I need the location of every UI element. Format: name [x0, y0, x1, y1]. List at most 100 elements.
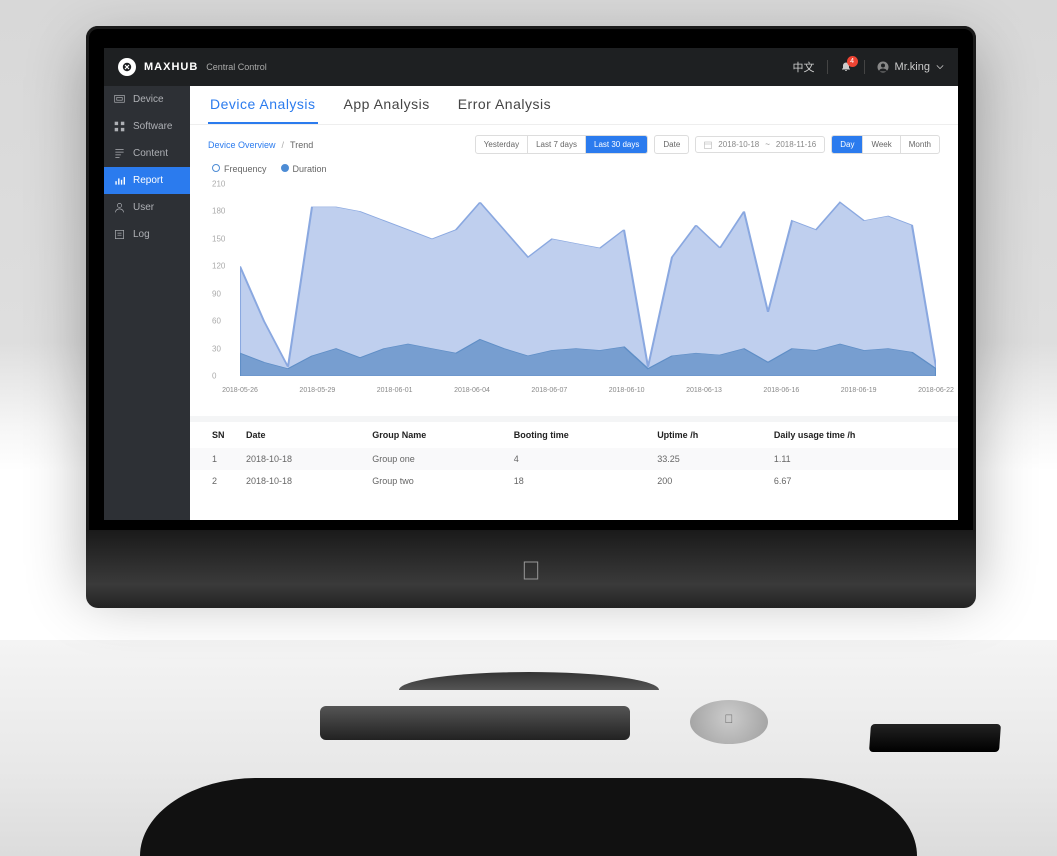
xtick: 2018-06-16 [763, 387, 799, 394]
monitor-bezel: MAXHUB Central Control 中文 4 Mr.king [86, 26, 976, 576]
gran-day[interactable]: Day [832, 136, 863, 153]
xtick: 2018-06-04 [454, 387, 490, 394]
table-header-cell: Uptime /h [647, 422, 764, 448]
table-header-cell: SN [190, 422, 236, 448]
legend-dur-label: Duration [293, 164, 327, 174]
sidebar-item-label: Software [133, 121, 172, 132]
xtick: 2018-06-01 [377, 387, 413, 394]
content-icon [114, 148, 125, 159]
date-label: Date [654, 135, 689, 154]
granularity-segment: Day Week Month [831, 135, 940, 154]
brand-subtitle: Central Control [206, 62, 267, 72]
legend-frequency[interactable]: Frequency [212, 164, 267, 174]
table-header-cell: Daily usage time /h [764, 422, 958, 448]
table-header-cell: Booting time [504, 422, 647, 448]
analysis-tabs: Device Analysis App Analysis Error Analy… [190, 86, 958, 125]
user-icon [114, 202, 125, 213]
phone-prop [869, 724, 1001, 752]
breadcrumb-root[interactable]: Device Overview [208, 140, 276, 150]
table-cell: 200 [647, 470, 764, 492]
date-tilde: ~ [765, 140, 770, 149]
sidebar-item-device[interactable]: Device [104, 86, 190, 113]
chevron-down-icon [936, 63, 944, 71]
xtick: 2018-06-07 [531, 387, 567, 394]
monitor-chin [86, 530, 976, 608]
breadcrumb-sep: / [282, 140, 285, 150]
topbar-divider [827, 60, 828, 74]
device-icon [114, 94, 125, 105]
preset-last7[interactable]: Last 7 days [528, 136, 586, 153]
mouse-prop [690, 700, 768, 744]
ytick: 30 [212, 344, 221, 353]
keyboard-prop [320, 706, 630, 740]
table-cell: 2018-10-18 [236, 470, 362, 492]
tab-error-analysis[interactable]: Error Analysis [456, 96, 553, 124]
table-cell: 2 [190, 470, 236, 492]
sidebar-item-label: Report [133, 175, 163, 186]
sidebar: Device Software Content Report [104, 86, 190, 520]
legend-freq-label: Frequency [224, 164, 267, 174]
sidebar-item-label: Content [133, 148, 168, 159]
date-range-picker[interactable]: 2018-10-18 ~ 2018-11-16 [695, 136, 825, 153]
table-row[interactable]: 22018-10-18Group two182006.67 [190, 470, 958, 492]
user-avatar-icon [877, 61, 889, 73]
chair-silhouette [140, 778, 917, 856]
time-preset-segment: Yesterday Last 7 days Last 30 days [475, 135, 649, 154]
table-cell: 6.67 [764, 470, 958, 492]
chart-legend: Frequency Duration [190, 164, 958, 178]
sidebar-item-report[interactable]: Report [104, 167, 190, 194]
table-header-cell: Date [236, 422, 362, 448]
xtick: 2018-06-19 [841, 387, 877, 394]
ytick: 0 [212, 372, 216, 381]
notification-badge: 4 [847, 56, 858, 67]
notification-bell[interactable]: 4 [840, 60, 852, 75]
table-cell: Group two [362, 470, 504, 492]
xtick: 2018-06-22 [918, 387, 954, 394]
brand-logo-icon [118, 58, 136, 76]
table-cell: 4 [504, 448, 647, 470]
table-cell: 2018-10-18 [236, 448, 362, 470]
table-cell: 1 [190, 448, 236, 470]
sidebar-item-content[interactable]: Content [104, 140, 190, 167]
sidebar-item-label: Log [133, 229, 150, 240]
sidebar-item-software[interactable]: Software [104, 113, 190, 140]
sidebar-item-label: Device [133, 94, 164, 105]
xtick: 2018-06-10 [609, 387, 645, 394]
sidebar-item-label: User [133, 202, 154, 213]
table-row[interactable]: 12018-10-18Group one433.251.11 [190, 448, 958, 470]
xtick: 2018-05-29 [299, 387, 335, 394]
table-cell: 18 [504, 470, 647, 492]
breadcrumb: Device Overview / Trend [208, 140, 313, 150]
calendar-icon [704, 141, 712, 149]
ytick: 60 [212, 317, 221, 326]
user-menu[interactable]: Mr.king [877, 61, 944, 73]
preset-yesterday[interactable]: Yesterday [476, 136, 528, 153]
tab-device-analysis[interactable]: Device Analysis [208, 96, 318, 124]
date-to: 2018-11-16 [776, 140, 816, 149]
chart-bar-icon [114, 175, 125, 186]
ytick: 150 [212, 234, 225, 243]
preset-last30[interactable]: Last 30 days [586, 136, 647, 153]
sidebar-item-user[interactable]: User [104, 194, 190, 221]
ytick: 120 [212, 262, 225, 271]
xtick: 2018-06-13 [686, 387, 722, 394]
gran-week[interactable]: Week [863, 136, 900, 153]
sidebar-item-log[interactable]: Log [104, 221, 190, 248]
xtick: 2018-05-26 [222, 387, 258, 394]
date-label-text: Date [663, 140, 680, 149]
tab-app-analysis[interactable]: App Analysis [342, 96, 432, 124]
table-cell: 33.25 [647, 448, 764, 470]
gran-month[interactable]: Month [901, 136, 939, 153]
breadcrumb-current: Trend [290, 140, 313, 150]
ytick: 90 [212, 289, 221, 298]
user-name: Mr.king [895, 61, 930, 73]
table-cell: Group one [362, 448, 504, 470]
topbar: MAXHUB Central Control 中文 4 Mr.king [104, 48, 958, 86]
table-header-cell: Group Name [362, 422, 504, 448]
date-from: 2018-10-18 [718, 140, 759, 149]
lang-toggle[interactable]: 中文 [793, 59, 815, 75]
grid-icon [114, 121, 125, 132]
legend-duration[interactable]: Duration [281, 164, 327, 174]
trend-table: SNDateGroup NameBooting timeUptime /hDai… [190, 416, 958, 492]
topbar-divider [864, 60, 865, 74]
